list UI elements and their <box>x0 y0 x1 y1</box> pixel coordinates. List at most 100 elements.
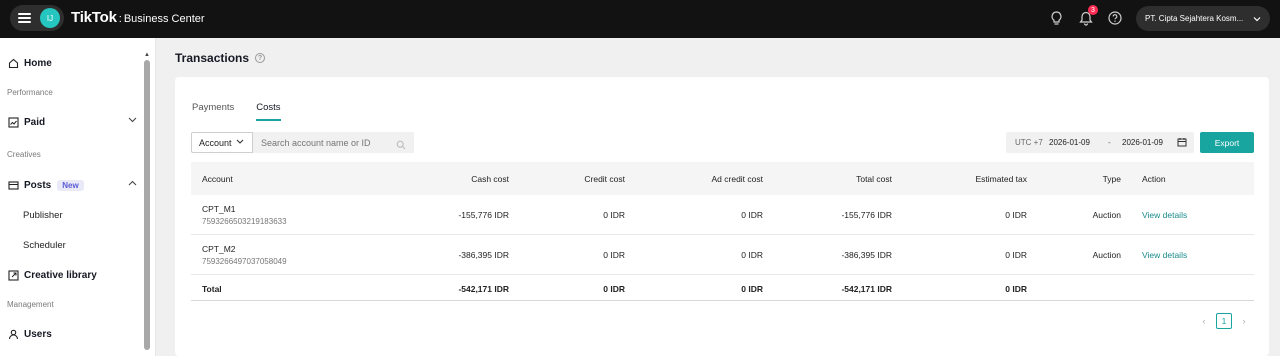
table-header: Account Cash cost Credit cost Ad credit … <box>191 162 1254 195</box>
scrollbar-thumb[interactable] <box>144 60 150 350</box>
scroll-up-icon[interactable]: ▲ <box>144 52 150 58</box>
total-ad-credit-cost: 0 IDR <box>741 284 763 294</box>
ad-credit-cost-cell: 0 IDR <box>741 210 763 220</box>
col-credit-cost: Credit cost <box>584 174 625 184</box>
view-details-link[interactable]: View details <box>1142 210 1187 220</box>
sidebar-item-creative-library[interactable]: Creative library <box>0 268 143 282</box>
total-credit-cost: 0 IDR <box>603 284 625 294</box>
sidebar-item-paid[interactable]: Paid <box>0 115 143 129</box>
costs-table: Account Cash cost Credit cost Ad credit … <box>191 162 1254 301</box>
sidebar-scrollbar[interactable]: ▲ <box>144 52 150 352</box>
export-button[interactable]: Export <box>1200 132 1254 153</box>
account-filter-select[interactable]: Account <box>191 132 253 153</box>
table-row: CPT_M2 7593266497037058049 -386,395 IDR … <box>191 235 1254 275</box>
start-date[interactable]: 2026-01-09 <box>1049 138 1090 147</box>
section-label-performance: Performance <box>7 88 53 97</box>
chart-icon <box>7 116 19 128</box>
pagination: ‹ 1 › <box>1195 312 1255 330</box>
account-name-cell: CPT_M2 <box>202 244 236 254</box>
brand-separator: : <box>118 13 122 25</box>
table-row: CPT_M1 7593266503219183633 -155,776 IDR … <box>191 195 1254 235</box>
sidebar-item-label: Paid <box>24 116 46 128</box>
estimated-tax-cell: 0 IDR <box>1005 250 1027 260</box>
new-badge: New <box>57 179 84 191</box>
chevron-down-icon <box>1253 16 1261 21</box>
top-bar: IJ TikTok : Business Center 3 PT. Cipta … <box>0 0 1280 38</box>
search-icon[interactable] <box>396 137 406 155</box>
external-link-icon <box>7 269 19 281</box>
sidebar-item-users[interactable]: Users <box>0 327 143 341</box>
section-label-creatives: Creatives <box>7 150 41 159</box>
total-cost-cell: -155,776 IDR <box>841 210 892 220</box>
view-details-link[interactable]: View details <box>1142 250 1187 260</box>
sidebar-item-label: Users <box>24 328 52 340</box>
estimated-tax-cell: 0 IDR <box>1005 210 1027 220</box>
timezone-label: UTC +7 <box>1015 138 1043 147</box>
transactions-card: Payments Costs Account UTC +7 2026-01-09… <box>175 77 1269 356</box>
type-cell: Auction <box>1092 250 1121 260</box>
sidebar-item-label: Home <box>24 57 52 69</box>
section-label-management: Management <box>7 300 54 309</box>
end-date[interactable]: 2026-01-09 <box>1122 138 1163 147</box>
total-row: Total -542,171 IDR 0 IDR 0 IDR -542,171 … <box>191 275 1254 301</box>
tiktok-logo: TikTok <box>71 9 117 26</box>
notification-badge: 3 <box>1088 5 1098 15</box>
sidebar-item-publisher[interactable]: Publisher <box>23 210 63 221</box>
search-input[interactable] <box>253 132 414 153</box>
date-range-picker[interactable]: UTC +7 2026-01-09 - 2026-01-09 <box>1006 132 1194 153</box>
account-name-cell: CPT_M1 <box>202 204 236 214</box>
credit-cost-cell: 0 IDR <box>603 210 625 220</box>
chevron-down-icon <box>128 115 137 125</box>
col-account: Account <box>202 174 233 184</box>
home-icon <box>7 57 19 69</box>
cash-cost-cell: -386,395 IDR <box>458 250 509 260</box>
account-name: PT. Cipta Sejahtera Kosm... <box>1145 14 1244 23</box>
total-estimated-tax: 0 IDR <box>1005 284 1027 294</box>
prev-page-button[interactable]: ‹ <box>1195 316 1213 326</box>
tab-payments[interactable]: Payments <box>192 102 234 121</box>
tab-bar: Payments Costs <box>192 102 303 121</box>
account-filter-label: Account <box>199 137 232 148</box>
next-page-button[interactable]: › <box>1235 316 1253 326</box>
ad-credit-cost-cell: 0 IDR <box>741 250 763 260</box>
sidebar: Home Performance Paid Creatives Posts Ne… <box>0 38 156 356</box>
sidebar-item-scheduler[interactable]: Scheduler <box>23 240 66 251</box>
col-ad-credit-cost: Ad credit cost <box>711 174 764 184</box>
help-icon[interactable]: ? <box>255 53 266 63</box>
col-action: Action <box>1142 174 1166 184</box>
brand-logo[interactable]: TikTok : Business Center <box>71 9 205 26</box>
page-title-text: Transactions <box>175 51 250 65</box>
type-cell: Auction <box>1092 210 1121 220</box>
chevron-up-icon <box>128 178 137 188</box>
tab-costs[interactable]: Costs <box>256 102 281 121</box>
page-title: Transactions ? <box>175 51 266 65</box>
cash-cost-cell: -155,776 IDR <box>458 210 509 220</box>
main-menu-button[interactable]: IJ <box>10 5 64 31</box>
lightbulb-icon[interactable] <box>1047 9 1065 27</box>
date-separator: - <box>1108 138 1111 147</box>
sidebar-item-label: Posts <box>24 179 52 191</box>
total-cash-cost: -542,171 IDR <box>458 284 509 294</box>
total-total-cost: -542,171 IDR <box>841 284 892 294</box>
account-id-cell: 7593266503219183633 <box>202 217 287 226</box>
account-id-cell: 7593266497037058049 <box>202 257 287 266</box>
help-icon[interactable] <box>1106 9 1124 27</box>
calendar-icon[interactable] <box>1177 137 1187 149</box>
total-label: Total <box>202 284 222 294</box>
sidebar-item-home[interactable]: Home <box>0 56 143 70</box>
account-switcher[interactable]: PT. Cipta Sejahtera Kosm... <box>1136 6 1270 31</box>
posts-icon <box>7 179 19 191</box>
col-estimated-tax: Estimated tax <box>975 174 1028 184</box>
credit-cost-cell: 0 IDR <box>603 250 625 260</box>
sidebar-item-label: Creative library <box>24 269 97 281</box>
user-icon <box>7 328 19 340</box>
chevron-down-icon <box>236 139 244 146</box>
avatar: IJ <box>40 8 60 28</box>
total-cost-cell: -386,395 IDR <box>841 250 892 260</box>
page-number-button[interactable]: 1 <box>1216 313 1232 329</box>
hamburger-icon <box>18 13 31 23</box>
business-center-label: Business Center <box>123 13 205 25</box>
col-cash-cost: Cash cost <box>471 174 509 184</box>
sidebar-item-posts[interactable]: Posts New <box>0 178 143 192</box>
col-total-cost: Total cost <box>856 174 892 184</box>
